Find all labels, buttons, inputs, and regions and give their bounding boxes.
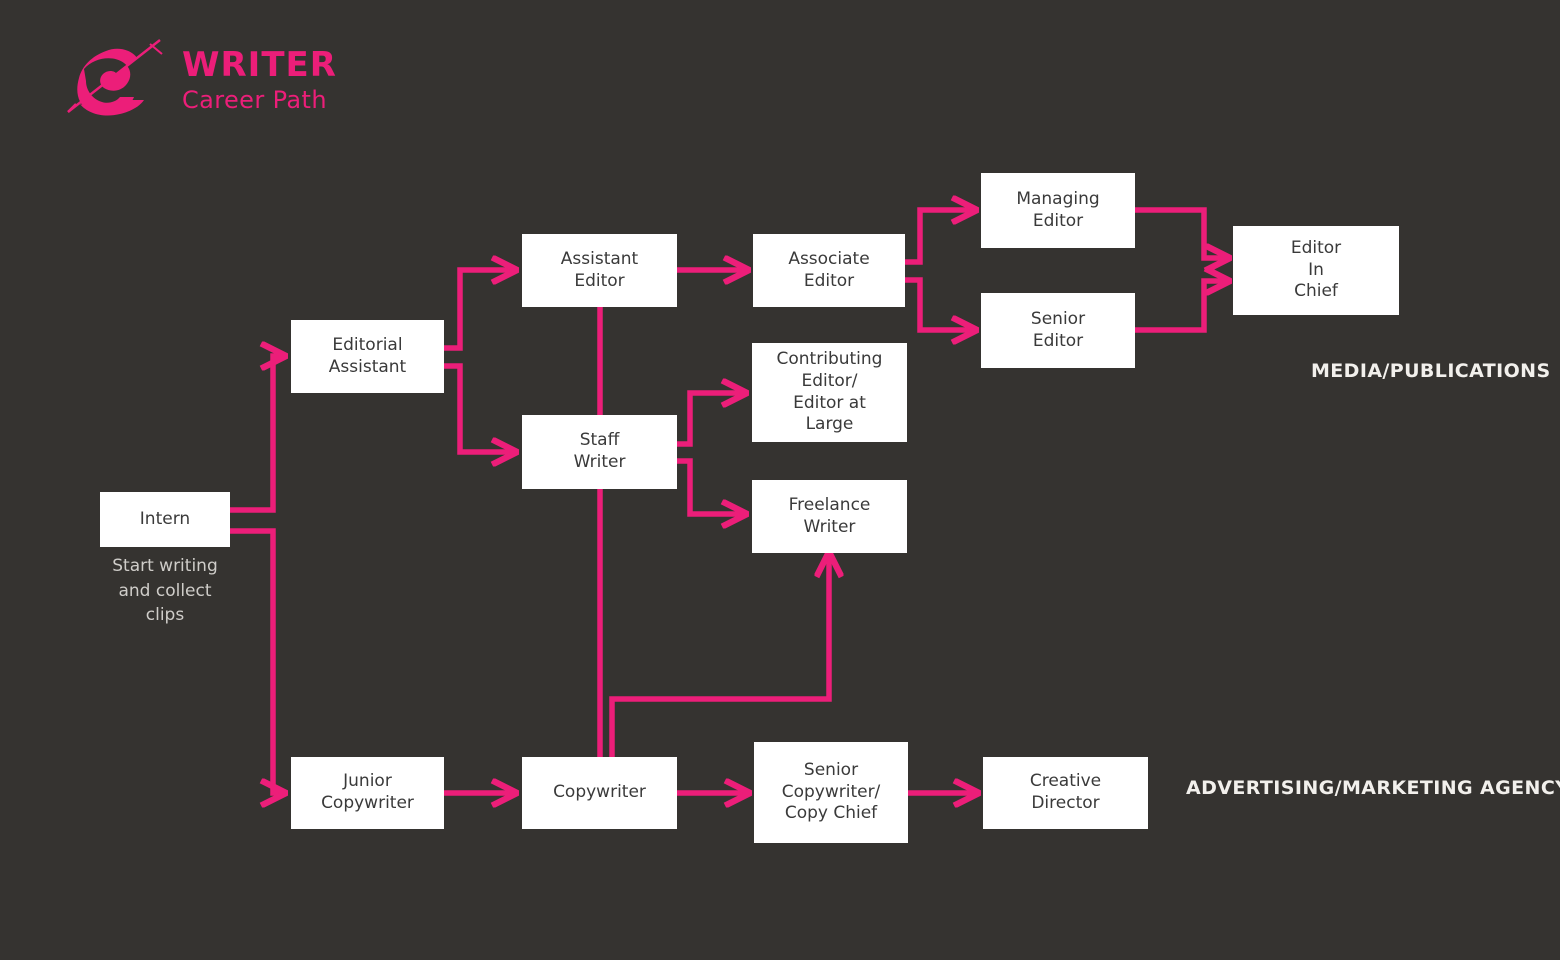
- node-staff-writer[interactable]: Staff Writer: [522, 415, 677, 489]
- node-contributing-editor[interactable]: Contributing Editor/ Editor at Large: [752, 343, 907, 442]
- node-senior-copywriter[interactable]: Senior Copywriter/ Copy Chief: [754, 742, 908, 843]
- edge-editorial-assistant-to-assistant-editor: [444, 270, 515, 351]
- edge-staff-writer-to-freelance-writer: [677, 458, 745, 514]
- edge-associate-editor-to-senior-editor: [905, 277, 975, 330]
- node-copywriter[interactable]: Copywriter: [522, 757, 677, 829]
- edge-copywriter-to-freelance-writer: [609, 554, 829, 757]
- edge-managing-editor-to-editor-in-chief: [1135, 207, 1228, 258]
- caption-intern: Start writing and collect clips: [112, 556, 218, 626]
- node-associate-editor[interactable]: Associate Editor: [753, 234, 905, 307]
- edge-intern-to-editorial-assistant: [230, 356, 284, 513]
- node-assistant-editor[interactable]: Assistant Editor: [522, 234, 677, 307]
- node-freelance-writer[interactable]: Freelance Writer: [752, 480, 907, 553]
- node-editor-in-chief[interactable]: Editor In Chief: [1233, 226, 1399, 315]
- node-intern[interactable]: Intern: [100, 492, 230, 547]
- node-senior-editor[interactable]: Senior Editor: [981, 293, 1135, 368]
- edge-associate-editor-to-managing-editor: [905, 210, 975, 265]
- sector-label-media: MEDIA/PUBLICATIONS: [1311, 360, 1551, 382]
- edge-staff-writer-to-contributing-editor: [677, 393, 745, 447]
- node-junior-copywriter[interactable]: Junior Copywriter: [291, 757, 444, 829]
- diagram-canvas: WRITER Career Path Intern Start writing …: [0, 0, 1560, 960]
- node-editorial-assistant[interactable]: Editorial Assistant: [291, 320, 444, 393]
- edge-senior-editor-to-editor-in-chief: [1135, 281, 1228, 333]
- edge-editorial-assistant-to-staff-writer: [444, 363, 515, 452]
- sector-label-advertising: ADVERTISING/MARKETING AGENCY: [1186, 777, 1560, 799]
- node-creative-director[interactable]: Creative Director: [983, 757, 1148, 829]
- node-managing-editor[interactable]: Managing Editor: [981, 173, 1135, 248]
